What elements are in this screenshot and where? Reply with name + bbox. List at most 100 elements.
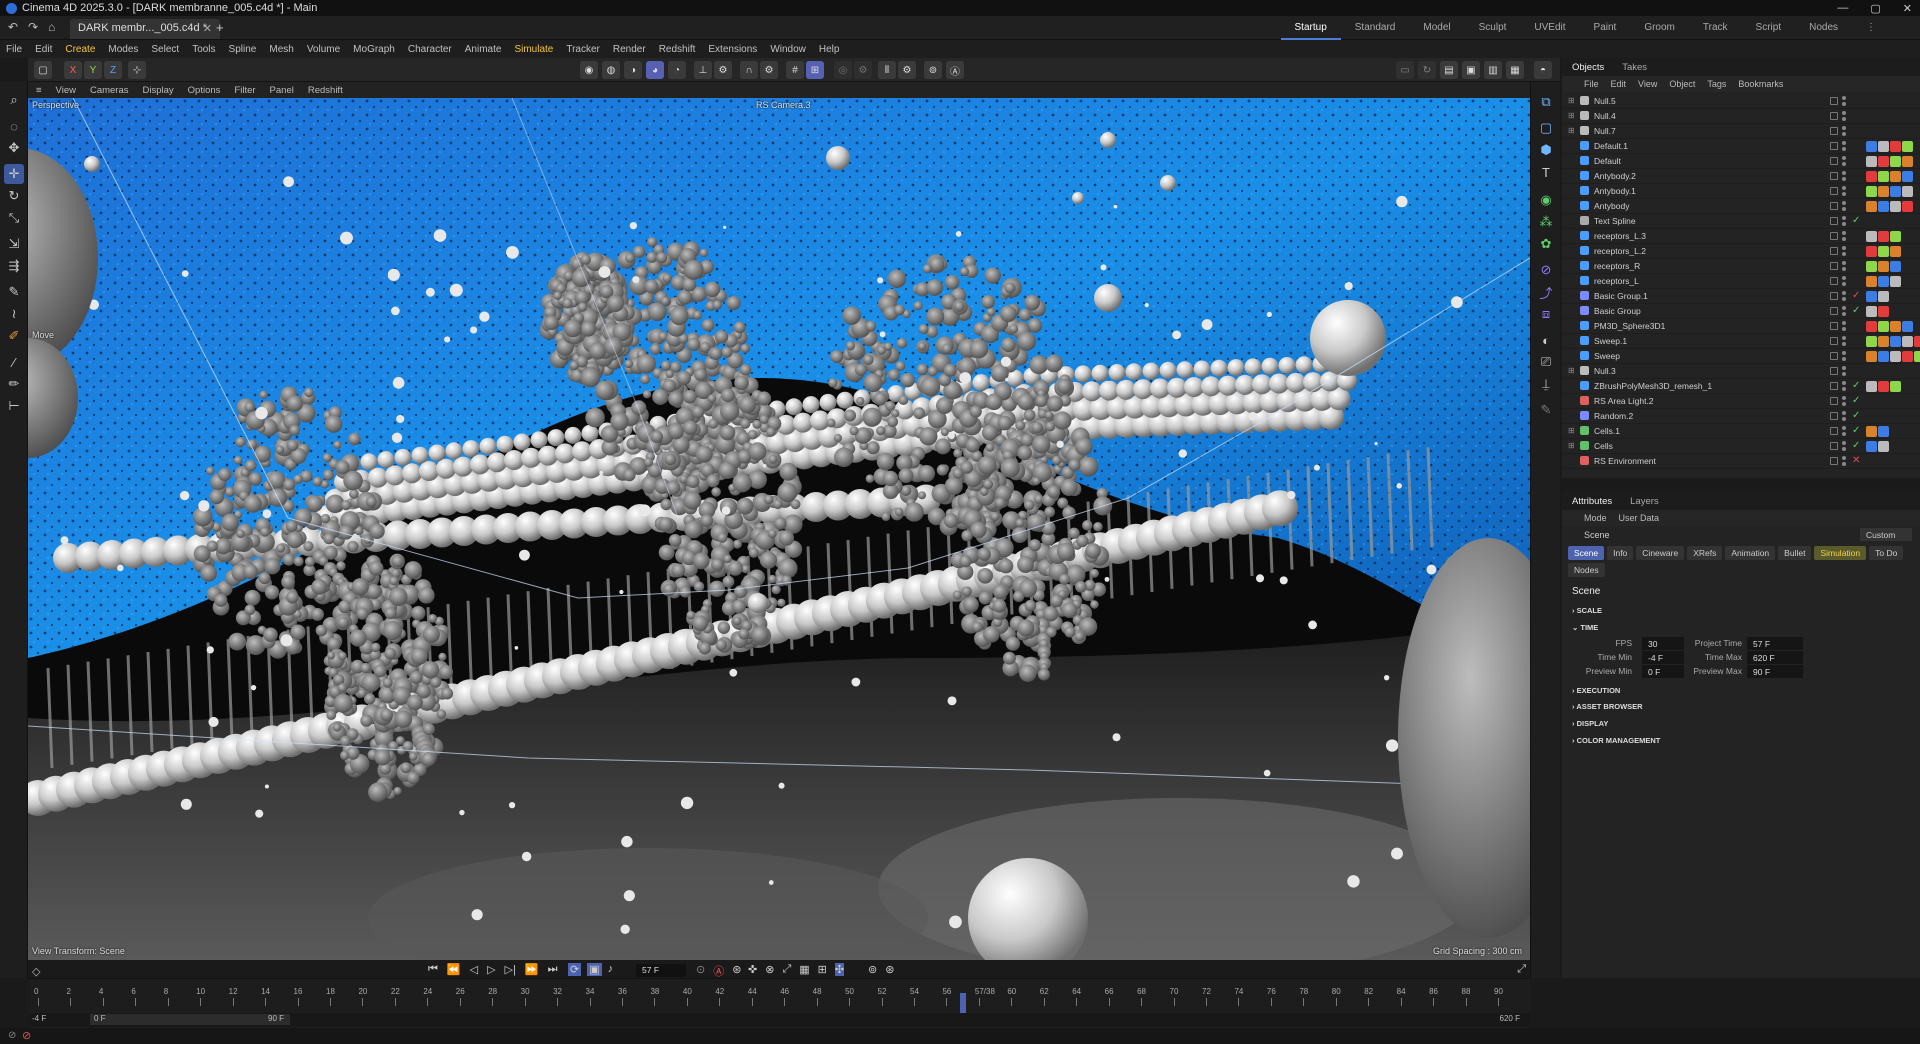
- enabled-check-icon[interactable]: ✓: [1852, 410, 1860, 421]
- material-tag-icon[interactable]: [1878, 276, 1889, 287]
- volume-icon[interactable]: ⧈: [1536, 304, 1556, 324]
- material-tag-icon[interactable]: [1902, 201, 1913, 212]
- editor-visibility-dot[interactable]: [1842, 306, 1846, 310]
- layer-swatch[interactable]: [1830, 262, 1838, 270]
- move-tool-icon[interactable]: ✛: [4, 164, 24, 184]
- object-row[interactable]: RS Area Light.2 ✓: [1562, 394, 1920, 409]
- layer-swatch[interactable]: [1830, 397, 1838, 405]
- material-tag-icon[interactable]: [1878, 171, 1889, 182]
- transfer-tool-icon[interactable]: ⇲: [4, 234, 24, 254]
- object-row[interactable]: Sweep.1: [1562, 334, 1920, 349]
- new-tab-button[interactable]: +: [216, 20, 224, 35]
- material-tag-icon[interactable]: [1878, 321, 1889, 332]
- material-tag-icon[interactable]: [1878, 441, 1889, 452]
- next-key-icon[interactable]: ⏩: [525, 963, 539, 976]
- material-tag-icon[interactable]: [1902, 336, 1913, 347]
- material-tag-icon[interactable]: [1914, 336, 1920, 347]
- expand-icon[interactable]: ⊞: [1568, 366, 1575, 375]
- time-max-field[interactable]: 620 F: [1747, 651, 1803, 664]
- model-mode-icon[interactable]: ◕: [646, 61, 664, 79]
- record-icon[interactable]: ⊙: [696, 963, 705, 979]
- redshift-icon[interactable]: Ⓐ: [946, 61, 964, 79]
- live-selection-icon[interactable]: ◌: [4, 116, 24, 136]
- layer-swatch[interactable]: [1830, 457, 1838, 465]
- material-tag-icon[interactable]: [1878, 246, 1889, 257]
- menu-mesh[interactable]: Mesh: [269, 44, 293, 55]
- enabled-check-icon[interactable]: ✓: [1852, 440, 1860, 451]
- object-row[interactable]: ZBrushPolyMesh3D_remesh_1 ✓: [1562, 379, 1920, 394]
- material-tag-icon[interactable]: [1914, 351, 1920, 362]
- pick-session-icon[interactable]: ✥: [4, 138, 24, 158]
- layout-tab-model[interactable]: Model: [1409, 16, 1464, 40]
- rs-render-view-icon[interactable]: ◓: [1534, 61, 1552, 79]
- editor-visibility-dot[interactable]: [1842, 381, 1846, 385]
- subtab-nodes[interactable]: Nodes: [1568, 563, 1605, 577]
- render-visibility-dot[interactable]: [1842, 237, 1846, 241]
- editor-visibility-dot[interactable]: [1842, 441, 1846, 445]
- layer-swatch[interactable]: [1830, 337, 1838, 345]
- render-visibility-dot[interactable]: [1842, 162, 1846, 166]
- material-tag-icon[interactable]: [1890, 351, 1901, 362]
- render-active-icon[interactable]: ↻: [1418, 61, 1436, 79]
- object-row[interactable]: ⊞ Null.4: [1562, 109, 1920, 124]
- subtab-cineware[interactable]: Cineware: [1636, 546, 1685, 560]
- render-visibility-dot[interactable]: [1842, 312, 1846, 316]
- material-tag-icon[interactable]: [1890, 276, 1901, 287]
- viewport-menu-display[interactable]: Display: [143, 85, 174, 96]
- material-tag-icon[interactable]: [1890, 261, 1901, 272]
- position-key-icon[interactable]: ✜: [748, 963, 757, 976]
- layout-tab-script[interactable]: Script: [1742, 16, 1796, 40]
- material-tag-icon[interactable]: [1866, 321, 1877, 332]
- render-visibility-dot[interactable]: [1842, 462, 1846, 466]
- material-tag-icon[interactable]: [1902, 321, 1913, 332]
- editor-visibility-dot[interactable]: [1842, 186, 1846, 190]
- minimize-button[interactable]: —: [1837, 2, 1848, 14]
- timeline-ruler[interactable]: 0 2 4 6 8 10 12 14 16 18 20 22 24 26 28 30 32 34 36 38 40 42 4…: [34, 987, 1528, 1013]
- material-tag-icon[interactable]: [1866, 381, 1877, 392]
- material-tag-icon[interactable]: [1878, 261, 1889, 272]
- material-tag-icon[interactable]: [1890, 381, 1901, 392]
- more-layouts-icon[interactable]: ⋮: [1852, 16, 1890, 40]
- material-tag-icon[interactable]: [1878, 351, 1889, 362]
- layout-tab-sculpt[interactable]: Sculpt: [1465, 16, 1521, 40]
- material-tag-icon[interactable]: [1890, 336, 1901, 347]
- material-tag-icon[interactable]: [1890, 201, 1901, 212]
- viewport-menu-filter[interactable]: Filter: [234, 85, 255, 96]
- range-bar[interactable]: -4 F 0 F 90 F 620 F: [28, 1013, 1530, 1027]
- layout-tab-paint[interactable]: Paint: [1580, 16, 1631, 40]
- generator-icon[interactable]: ◉: [1536, 190, 1556, 210]
- layer-swatch[interactable]: [1830, 142, 1838, 150]
- close-button[interactable]: ✕: [1903, 2, 1912, 15]
- editor-visibility-dot[interactable]: [1842, 291, 1846, 295]
- spline-smooth-icon[interactable]: ≀: [4, 304, 24, 324]
- section-execution[interactable]: › EXECUTION: [1572, 686, 1620, 695]
- render-visibility-dot[interactable]: [1842, 402, 1846, 406]
- lock-icon[interactable]: ◎: [834, 61, 852, 79]
- paint-tool-icon[interactable]: ∕: [4, 352, 24, 372]
- subtab-scene[interactable]: Scene: [1568, 546, 1605, 560]
- motion-clip-icon[interactable]: ⊛: [885, 963, 894, 976]
- render-visibility-dot[interactable]: [1842, 282, 1846, 286]
- menu-simulate[interactable]: Simulate: [514, 44, 553, 55]
- material-tag-icon[interactable]: [1902, 351, 1913, 362]
- home-icon[interactable]: ⌂: [48, 20, 55, 34]
- tab-objects[interactable]: Objects: [1572, 62, 1604, 73]
- editor-visibility-dot[interactable]: [1842, 126, 1846, 130]
- keyframe-settings-icon[interactable]: ⊛: [732, 963, 741, 979]
- playhead[interactable]: [959, 993, 966, 1013]
- point-level-icon[interactable]: ✣: [834, 963, 845, 976]
- disabled-x-icon[interactable]: ✕: [1852, 455, 1860, 466]
- object-row[interactable]: Sweep: [1562, 349, 1920, 364]
- pen-icon[interactable]: ✎: [1536, 400, 1556, 420]
- material-tag-icon[interactable]: [1866, 351, 1877, 362]
- layer-swatch[interactable]: [1830, 352, 1838, 360]
- next-frame-icon[interactable]: ▷|: [505, 963, 516, 976]
- editor-visibility-dot[interactable]: [1842, 276, 1846, 280]
- floor-icon[interactable]: ◐: [1536, 330, 1556, 350]
- layer-swatch[interactable]: [1830, 427, 1838, 435]
- subtab-to-do[interactable]: To Do: [1869, 546, 1904, 560]
- expand-icon[interactable]: ⊞: [1568, 441, 1575, 450]
- editor-visibility-dot[interactable]: [1842, 411, 1846, 415]
- editor-visibility-dot[interactable]: [1842, 156, 1846, 160]
- menu-mograph[interactable]: MoGraph: [353, 44, 395, 55]
